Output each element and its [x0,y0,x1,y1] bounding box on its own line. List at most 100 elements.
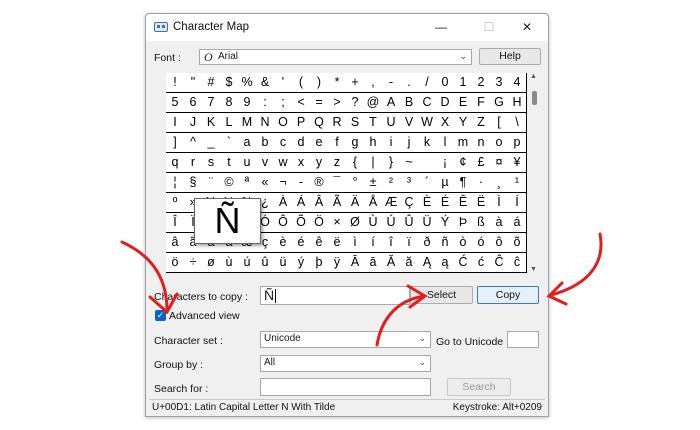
maximize-icon[interactable]: ☐ [474,14,504,41]
character-cell[interactable]: ø [202,253,221,273]
character-cell[interactable]: 3 [490,73,509,93]
character-cell[interactable]: í [364,233,383,253]
character-cell[interactable]: A [382,93,401,113]
character-cell[interactable]: « [256,173,275,193]
character-cell[interactable]: / [418,73,437,93]
character-cell[interactable]: V [400,113,419,133]
character-cell[interactable]: Ā [346,253,365,273]
character-cell[interactable]: Å [364,193,383,213]
character-cell[interactable]: ā [364,253,383,273]
character-cell[interactable]: Î [166,213,185,233]
character-cell[interactable]: ¯ [328,173,347,193]
character-cell[interactable]: " [184,73,203,93]
character-cell[interactable]: n [472,133,491,153]
search-button[interactable]: Search [447,378,511,396]
character-cell[interactable]: Ø [346,213,365,233]
character-cell[interactable]: : [256,93,275,113]
character-cell[interactable]: X [436,113,455,133]
character-cell[interactable]: G [490,93,509,113]
character-cell[interactable]: y [310,153,329,173]
character-cell[interactable]: D [436,93,455,113]
character-cell[interactable]: . [400,73,419,93]
character-cell[interactable]: 0 [436,73,455,93]
character-cell[interactable]: È [418,193,437,213]
character-cell[interactable]: ì [346,233,365,253]
character-cell[interactable]: Ö [310,213,329,233]
character-cell[interactable]: C [418,93,437,113]
advanced-view-checkbox[interactable]: ✓ [155,310,166,321]
character-cell[interactable]: ÿ [328,253,347,273]
character-cell[interactable]: ï [400,233,419,253]
character-cell[interactable]: · [472,173,491,193]
font-dropdown[interactable]: O Arial ⌄ [199,49,472,65]
character-cell[interactable] [418,153,437,173]
character-cell[interactable]: ¨ [202,173,221,193]
character-cell[interactable]: ô [490,233,509,253]
character-cell[interactable]: ² [382,173,401,193]
character-cell[interactable]: Z [472,113,491,133]
character-cell[interactable]: ± [364,173,383,193]
character-cell[interactable]: × [328,213,347,233]
character-cell[interactable]: ć [472,253,491,273]
character-cell[interactable]: - [292,173,311,193]
character-cell[interactable]: ĉ [508,253,527,273]
character-cell[interactable]: p [508,133,527,153]
character-cell[interactable]: 7 [202,93,221,113]
character-cell[interactable]: Q [310,113,329,133]
character-cell[interactable]: > [328,93,347,113]
character-cell[interactable]: Ã [328,193,347,213]
character-cell[interactable]: Y [454,113,473,133]
character-cell[interactable]: ă [400,253,419,273]
character-cell[interactable]: Á [292,193,311,213]
character-cell[interactable]: ´ [418,173,437,193]
character-cell[interactable]: Â [310,193,329,213]
character-cell[interactable]: r [184,153,203,173]
character-cell[interactable]: Ý [436,213,455,233]
character-cell[interactable]: ê [310,233,329,253]
character-cell[interactable]: x [292,153,311,173]
character-cell[interactable]: z [328,153,347,173]
character-cell[interactable]: þ [310,253,329,273]
character-cell[interactable]: % [238,73,257,93]
character-cell[interactable]: ª [238,173,257,193]
character-cell[interactable]: Í [508,193,527,213]
character-cell[interactable]: v [256,153,275,173]
character-cell[interactable]: b [256,133,275,153]
character-cell[interactable]: 2 [472,73,491,93]
character-cell[interactable]: º [166,193,185,213]
character-cell[interactable]: U [382,113,401,133]
go-to-unicode-input[interactable] [507,331,539,348]
character-cell[interactable]: ò [454,233,473,253]
character-cell[interactable]: Ć [454,253,473,273]
character-cell[interactable]: l [436,133,455,153]
character-cell[interactable]: ? [346,93,365,113]
character-cell[interactable]: | [364,153,383,173]
character-cell[interactable]: Ô [274,213,293,233]
character-cell[interactable]: o [490,133,509,153]
character-cell[interactable]: Õ [292,213,311,233]
character-cell[interactable]: ¬ [274,173,293,193]
search-input[interactable] [260,378,431,396]
character-cell[interactable]: k [418,133,437,153]
character-cell[interactable]: 8 [220,93,239,113]
character-cell[interactable]: Ĉ [490,253,509,273]
select-button[interactable]: Select [410,286,473,304]
character-cell[interactable]: 5 [166,93,185,113]
character-cell[interactable]: ú [238,253,257,273]
character-cell[interactable]: 9 [238,93,257,113]
character-cell[interactable]: # [202,73,221,93]
scroll-thumb[interactable] [532,91,537,105]
character-cell[interactable]: é [292,233,311,253]
character-cell[interactable]: á [508,213,527,233]
character-cell[interactable]: I [166,113,185,133]
character-cell[interactable]: Ë [472,193,491,213]
character-cell[interactable]: O [274,113,293,133]
character-cell[interactable]: J [184,113,203,133]
character-cell[interactable]: Ú [382,213,401,233]
character-cell[interactable]: 6 [184,93,203,113]
character-cell[interactable]: ¸ [490,173,509,193]
character-cell[interactable]: ' [274,73,293,93]
character-cell[interactable]: H [508,93,527,113]
character-cell[interactable]: Ê [454,193,473,213]
group-by-dropdown[interactable]: All ⌄ [260,355,431,372]
